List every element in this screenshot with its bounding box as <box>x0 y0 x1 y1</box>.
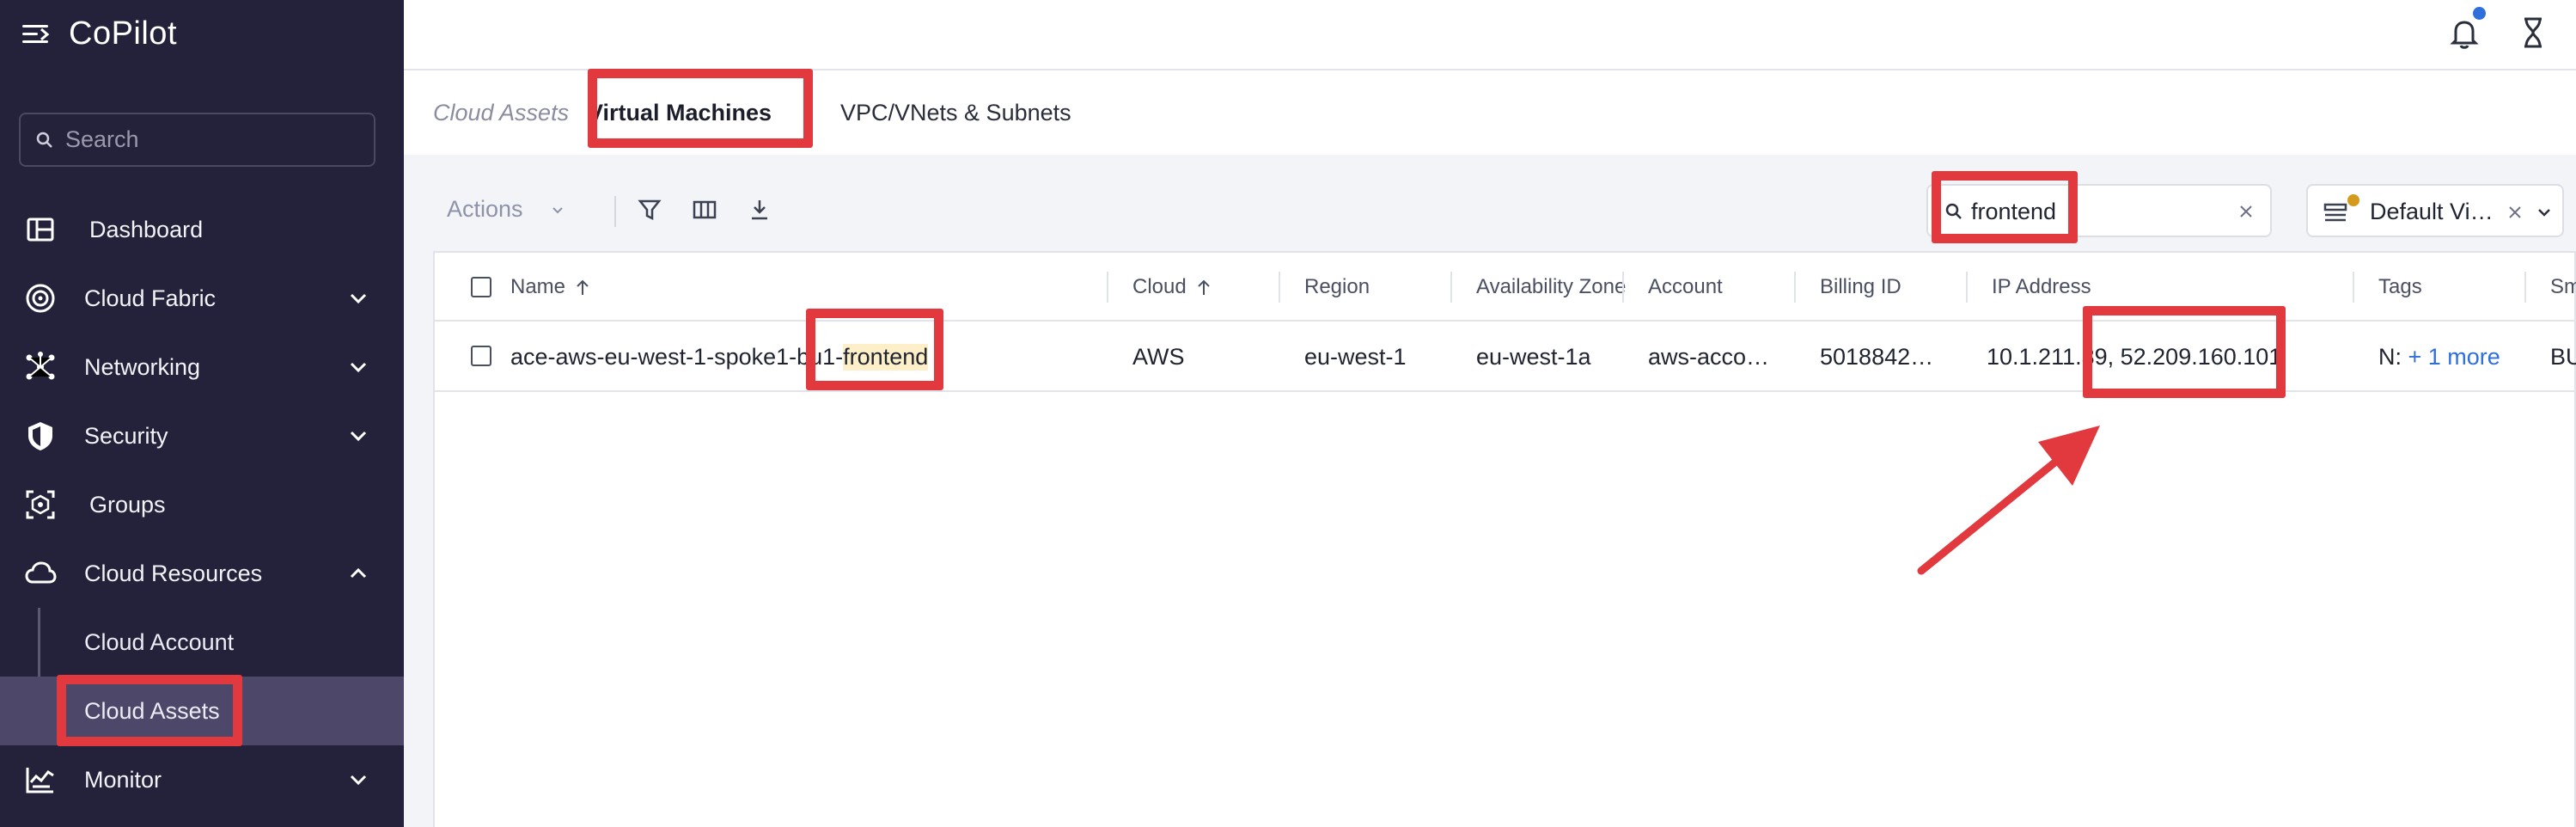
tag-chip: N: <box>2378 343 2402 370</box>
filter-icon[interactable] <box>636 196 663 224</box>
cell-account: aws-acco… <box>1648 343 1770 370</box>
tab-vpc-vnets-subnets[interactable]: VPC/VNets & Subnets <box>840 70 1071 155</box>
cell-billing-id: 5018842… <box>1820 343 1934 370</box>
download-icon[interactable] <box>746 196 773 224</box>
cell-name-prefix: ace-aws-eu-west-1-spoke1-bu1- <box>510 343 844 370</box>
column-header-label: Name <box>510 275 566 298</box>
row-checkbox[interactable] <box>471 346 491 366</box>
view-selector[interactable]: Default Vi… <box>2306 184 2564 237</box>
groups-icon <box>26 490 55 519</box>
chevron-down-icon[interactable] <box>345 767 371 793</box>
more-tags-link[interactable]: + 1 more <box>2408 344 2500 371</box>
annotation-box-search <box>1932 171 2078 243</box>
annotation-box-name-match <box>806 309 943 390</box>
chevron-down-icon[interactable] <box>2536 205 2552 220</box>
saved-view-icon <box>2323 203 2347 222</box>
shield-icon <box>28 422 52 450</box>
actions-dropdown[interactable]: Actions <box>447 196 566 223</box>
column-header-region[interactable]: Region <box>1304 253 1370 322</box>
clear-view-icon[interactable] <box>2507 205 2523 220</box>
cloud-icon <box>25 561 57 584</box>
column-header-tags[interactable]: Tags <box>2378 253 2422 322</box>
sidebar-item-security[interactable]: Security <box>0 401 404 470</box>
column-resizer[interactable] <box>1450 272 1452 303</box>
sidebar-subitem-label: Cloud Account <box>84 628 235 655</box>
annotation-box-tab <box>588 69 813 148</box>
sidebar-item-dashboard[interactable]: Dashboard <box>0 195 404 264</box>
chevron-down-icon[interactable] <box>345 423 371 449</box>
sidebar-item-cloud-resources[interactable]: Cloud Resources <box>0 539 404 608</box>
column-header-billing-id[interactable]: Billing ID <box>1820 253 1901 322</box>
brand: CoPilot <box>22 15 177 52</box>
cell-sm: BU1 <box>2550 343 2576 370</box>
column-header-cloud[interactable]: Cloud <box>1132 253 1212 322</box>
sidebar-item-monitor[interactable]: Monitor <box>0 745 404 814</box>
sidebar-item-cloud-fabric[interactable]: Cloud Fabric <box>0 264 404 333</box>
column-header-label: Cloud <box>1132 275 1187 298</box>
sidebar-item-networking[interactable]: Networking <box>0 333 404 401</box>
chevron-up-icon[interactable] <box>345 561 371 586</box>
column-header-name[interactable]: Name <box>510 253 591 322</box>
view-modified-badge <box>2347 194 2359 206</box>
dashboard-icon <box>27 217 54 242</box>
sidebar-item-label: Monitor <box>84 766 162 793</box>
column-resizer[interactable] <box>1279 272 1280 303</box>
sidebar-item-label: Dashboard <box>89 216 204 242</box>
tab-label: VPC/VNets & Subnets <box>840 99 1071 126</box>
sidebar-item-groups[interactable]: Groups <box>0 470 404 539</box>
chevron-down-icon[interactable] <box>345 354 371 380</box>
sidebar-subitem-cloud-account[interactable]: Cloud Account <box>0 608 404 677</box>
cell-cloud: AWS <box>1132 343 1185 370</box>
chevron-down-icon <box>552 206 563 213</box>
networking-icon <box>26 352 55 380</box>
sidebar-item-label: Networking <box>84 353 201 380</box>
clear-search-icon[interactable] <box>2237 203 2255 220</box>
hourglass-icon[interactable] <box>2514 14 2552 52</box>
column-resizer[interactable] <box>2353 272 2354 303</box>
columns-icon[interactable] <box>691 196 718 224</box>
app-title: CoPilot <box>69 15 177 52</box>
top-bar <box>404 0 2576 70</box>
column-resizer[interactable] <box>1622 272 1624 303</box>
grid-toolbar: Actions Default Vi… <box>404 172 2576 249</box>
sidebar-item-label: Cloud Fabric <box>84 285 217 311</box>
actions-label: Actions <box>447 196 523 222</box>
sort-ascending-icon <box>1198 279 1210 295</box>
menu-collapse-icon[interactable] <box>22 23 50 46</box>
sidebar-search-input[interactable] <box>65 126 357 153</box>
sidebar-item-label: Security <box>84 422 168 449</box>
column-resizer[interactable] <box>1794 272 1796 303</box>
column-resizer[interactable] <box>1107 272 1108 303</box>
cell-availability-zone: eu-west-1a <box>1476 343 1591 370</box>
annotation-box-sidebar <box>57 675 242 746</box>
view-selector-label: Default Vi… <box>2370 199 2494 224</box>
chevron-down-icon[interactable] <box>345 285 371 311</box>
breadcrumb[interactable]: Cloud Assets <box>433 70 569 155</box>
sidebar-search[interactable] <box>19 113 375 167</box>
sort-ascending-icon <box>577 279 589 295</box>
column-resizer[interactable] <box>1966 272 1968 303</box>
cell-tags: N: + 1 more <box>2378 322 2500 392</box>
cell-region: eu-west-1 <box>1304 343 1407 370</box>
sidebar-item-label: Cloud Resources <box>84 560 263 586</box>
notification-badge <box>2473 7 2486 20</box>
sidebar-item-label: Groups <box>89 491 166 518</box>
select-all-checkbox[interactable] <box>471 277 491 297</box>
column-header-account[interactable]: Account <box>1648 253 1723 322</box>
column-header-ip-address[interactable]: IP Address <box>1992 253 2091 322</box>
toolbar-divider <box>614 196 616 227</box>
annotation-box-ip-address <box>2083 306 2286 398</box>
cloud-fabric-icon <box>26 284 55 313</box>
column-header-availability-zone[interactable]: Availability Zone <box>1476 253 1627 322</box>
column-header-sm[interactable]: Sm <box>2550 253 2576 322</box>
search-icon <box>36 132 52 148</box>
column-resizer[interactable] <box>2524 272 2526 303</box>
monitor-icon <box>26 768 54 793</box>
